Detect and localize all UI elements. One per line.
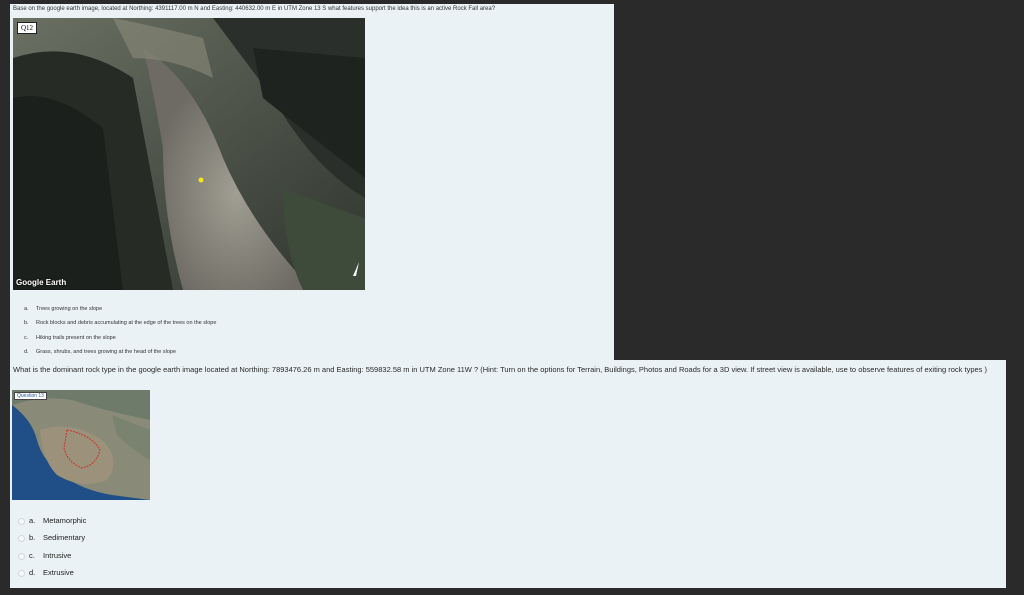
- option-b[interactable]: b. Rock blocks and debris accumulating at…: [24, 320, 216, 326]
- rockfall-satellite-image: [13, 18, 365, 290]
- option-c[interactable]: c. Intrusive: [18, 551, 71, 560]
- radio-button[interactable]: [18, 552, 25, 560]
- radio-button[interactable]: [18, 569, 25, 577]
- question-12-text: Base on the google earth image, located …: [13, 6, 496, 12]
- question-13-panel: What is the dominant rock type in the go…: [10, 360, 1006, 588]
- google-earth-logo: Google Earth: [16, 278, 67, 287]
- question-13-text: What is the dominant rock type in the go…: [13, 365, 988, 374]
- google-earth-image: Q12 Google Earth: [13, 18, 365, 290]
- option-a[interactable]: a. Trees growing on the slope: [24, 306, 102, 312]
- radio-button[interactable]: [18, 517, 25, 525]
- terrain-satellite-image: [12, 390, 150, 500]
- question-12-panel: Base on the google earth image, located …: [10, 4, 614, 360]
- option-d[interactable]: d. Grass, shrubs, and trees growing at th…: [24, 349, 176, 355]
- option-a[interactable]: a. Metamorphic: [18, 516, 86, 525]
- question-13-image: Question 13: [12, 390, 150, 500]
- radio-button[interactable]: [18, 534, 25, 542]
- question-badge: Question 13: [14, 392, 47, 400]
- question-badge: Q12: [17, 22, 38, 34]
- option-b[interactable]: b. Sedimentary: [18, 533, 85, 542]
- option-d[interactable]: d. Extrusive: [18, 568, 74, 577]
- option-c[interactable]: c. Hiking trails present on the slope: [24, 335, 116, 341]
